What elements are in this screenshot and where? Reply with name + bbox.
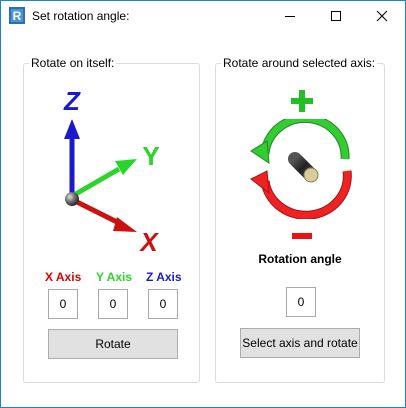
rotate-on-itself-title: Rotate on itself:: [29, 56, 117, 70]
close-button[interactable]: [359, 1, 405, 31]
app-r-icon: R: [9, 7, 25, 24]
minimize-icon: [285, 16, 295, 17]
window-title: Set rotation angle:: [32, 9, 130, 23]
maximize-button[interactable]: [313, 1, 359, 31]
minus-icon: [292, 233, 312, 239]
title-bar[interactable]: R Set rotation angle:: [1, 1, 405, 31]
maximize-icon: [331, 11, 341, 21]
minimize-button[interactable]: [267, 1, 313, 31]
svg-text:Y: Y: [142, 141, 159, 171]
y-axis-input[interactable]: 0: [98, 289, 128, 319]
xyz-axes-icon: Z Y X: [63, 86, 160, 257]
select-axis-and-rotate-button[interactable]: Select axis and rotate: [240, 328, 360, 358]
y-axis-label: Y Axis: [96, 270, 133, 284]
plus-icon: [291, 90, 313, 112]
rotation-angle-input[interactable]: 0: [286, 287, 316, 317]
rotation-arrows-icon: [250, 119, 352, 219]
z-axis-label: Z Axis: [146, 270, 182, 284]
svg-text:X: X: [138, 227, 159, 257]
dialog-window: R Set rotation angle: Rotate on itself:: [0, 0, 406, 408]
svg-text:Z: Z: [63, 86, 81, 116]
rotate-around-axis-title: Rotate around selected axis:: [221, 56, 378, 70]
close-icon: [376, 10, 388, 22]
x-axis-input[interactable]: 0: [48, 289, 78, 319]
svg-text:R: R: [13, 9, 22, 23]
rotation-angle-label: Rotation angle: [258, 252, 342, 266]
rotate-button[interactable]: Rotate: [48, 329, 178, 359]
z-axis-input[interactable]: 0: [148, 289, 178, 319]
x-axis-label: X Axis: [45, 270, 82, 284]
